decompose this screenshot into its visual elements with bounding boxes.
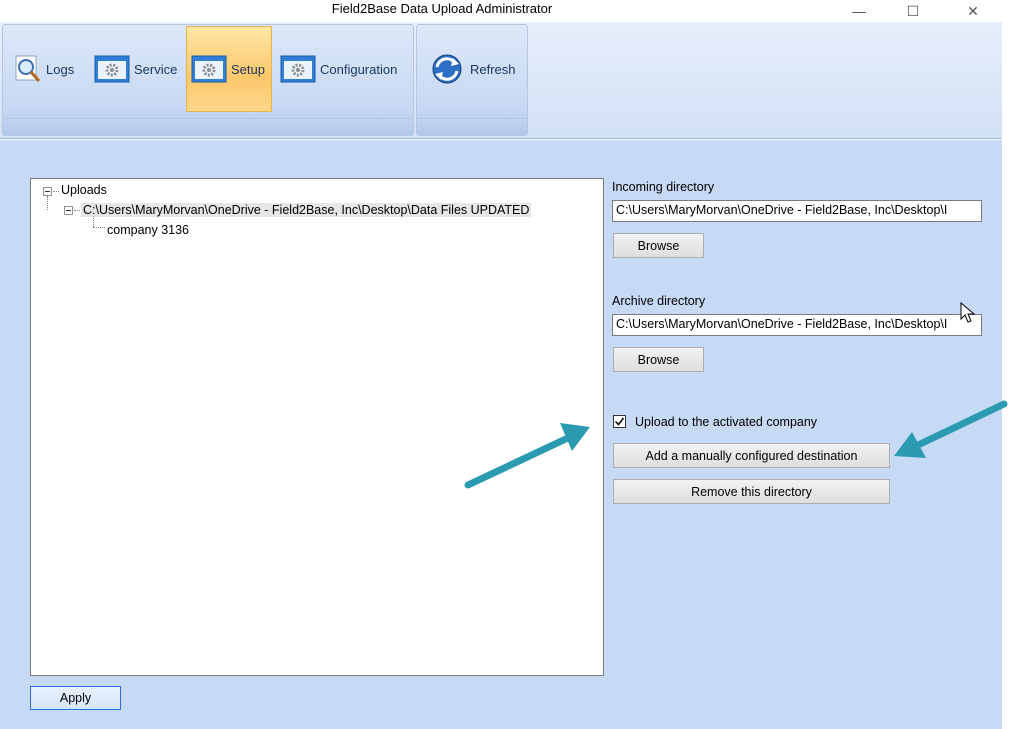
- minimize-button[interactable]: —: [836, 0, 882, 22]
- tree-node-directory[interactable]: C:\Users\MaryMorvan\OneDrive - Field2Bas…: [81, 203, 532, 217]
- service-button[interactable]: Service: [90, 26, 184, 112]
- gear-icon: [280, 55, 316, 83]
- incoming-directory-input[interactable]: C:\Users\MaryMorvan\OneDrive - Field2Bas…: [612, 200, 982, 222]
- incoming-browse-button[interactable]: Browse: [613, 233, 704, 258]
- add-destination-button[interactable]: Add a manually configured destination: [613, 443, 890, 468]
- apply-button[interactable]: Apply: [30, 686, 121, 710]
- archive-browse-button[interactable]: Browse: [613, 347, 704, 372]
- setup-button[interactable]: Setup: [186, 26, 272, 112]
- title-bar: Field2Base Data Upload Administrator — ☐…: [0, 0, 1011, 22]
- setup-label: Setup: [231, 61, 265, 77]
- archive-directory-input[interactable]: C:\Users\MaryMorvan\OneDrive - Field2Bas…: [612, 314, 982, 336]
- service-label: Service: [134, 61, 178, 77]
- mouse-cursor-icon: [960, 302, 976, 323]
- checkmark-icon: [614, 417, 625, 426]
- refresh-label: Refresh: [470, 61, 516, 77]
- upload-activated-checkbox[interactable]: [613, 415, 626, 428]
- collapse-uploads-toggle[interactable]: [43, 187, 52, 196]
- logs-label: Logs: [46, 61, 75, 77]
- annotation-arrow-right-icon: [894, 400, 1008, 458]
- gear-icon: [191, 55, 227, 83]
- tree-node-company[interactable]: company 3136: [107, 223, 189, 237]
- annotation-arrow-left-icon: [464, 423, 590, 489]
- collapse-path-toggle[interactable]: [64, 206, 73, 215]
- close-button[interactable]: ✕: [950, 0, 996, 22]
- configuration-button[interactable]: Configuration: [276, 26, 410, 112]
- archive-directory-label: Archive directory: [612, 294, 706, 308]
- logs-button[interactable]: Logs: [10, 26, 88, 112]
- incoming-directory-label: Incoming directory: [612, 180, 715, 194]
- maximize-button[interactable]: ☐: [890, 0, 936, 22]
- ribbon-toolbar: Logs Service Setup Configuration Refresh: [0, 22, 1002, 139]
- magnifier-icon: [15, 55, 41, 82]
- remove-directory-button[interactable]: Remove this directory: [613, 479, 890, 504]
- upload-activated-label[interactable]: Upload to the activated company: [635, 415, 817, 429]
- tree-node-uploads[interactable]: Uploads: [61, 183, 107, 197]
- refresh-icon: [432, 54, 462, 84]
- window-title: Field2Base Data Upload Administrator: [331, 1, 553, 16]
- gear-icon: [94, 55, 130, 83]
- refresh-button[interactable]: Refresh: [424, 26, 522, 112]
- configuration-label: Configuration: [320, 61, 398, 77]
